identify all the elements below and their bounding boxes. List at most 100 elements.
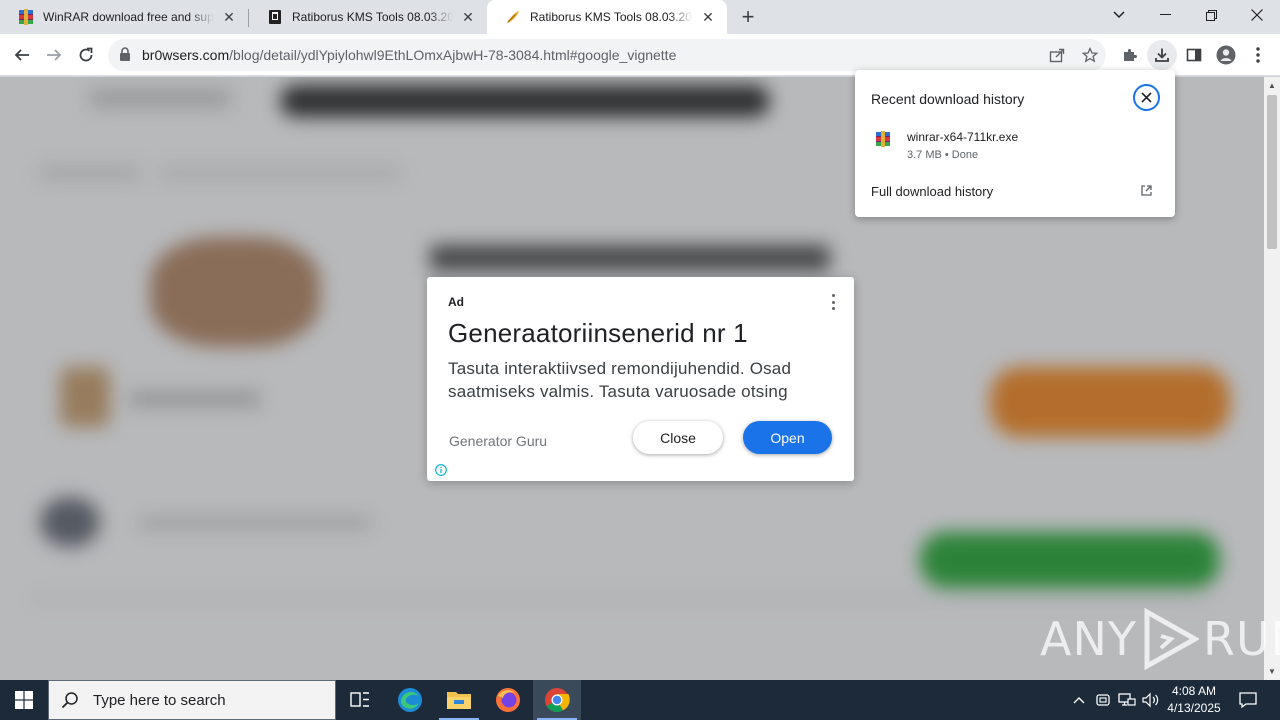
minimize-button[interactable] [1142,0,1188,30]
puzzle-icon [1124,49,1137,61]
edge-icon [398,688,422,712]
share-button[interactable] [1042,40,1072,70]
download-bubble: Recent download history winrar-x64-711kr… [855,70,1175,217]
search-placeholder: Type here to search [93,691,226,709]
tab-title: Ratiborus KMS Tools 08.03.2025 [292,10,453,24]
network-button[interactable] [1116,680,1138,720]
ad-advertiser[interactable]: Generator Guru [449,433,547,449]
show-hidden-icons-button[interactable] [1068,680,1090,720]
downloads-button[interactable] [1147,40,1177,70]
ad-description[interactable]: Tasuta interaktiivsed remondijuhendid. O… [448,357,840,403]
taskbar-edge[interactable] [386,680,434,720]
lock-icon[interactable] [119,47,131,62]
kms-feather-icon [507,11,519,23]
url-text[interactable]: br0wsers.com/blog/detail/ydlYpiylohwl9Et… [142,47,676,63]
download-icon [1155,48,1169,62]
tab-winrar[interactable]: WinRAR download free and support ✕ [0,0,248,34]
avatar-icon [1216,45,1236,65]
minimize-icon [1159,14,1171,15]
reload-button[interactable] [71,40,101,70]
ad-options-icon[interactable] [826,293,840,311]
menu-button[interactable] [1243,40,1273,70]
taskbar: Type here to search 4:08 AM 4/13/2025 [0,680,1280,720]
close-icon [1251,9,1263,21]
task-view-button[interactable] [336,680,384,720]
ad-close-button[interactable]: Close [633,421,723,454]
firefox-icon [496,688,520,712]
download-bubble-close-button[interactable] [1133,84,1160,111]
tab-strip: WinRAR download free and support ✕ Ratib… [0,0,1280,34]
tab-search-button[interactable] [1096,0,1142,30]
scrollbar-thumb[interactable] [1267,95,1277,249]
page-scrollbar[interactable]: ▲ ▼ [1264,77,1280,680]
scroll-up-icon[interactable]: ▲ [1268,81,1276,90]
arrow-right-icon [47,49,62,61]
tab-close-icon[interactable]: ✕ [459,8,477,26]
ad-label: Ad [448,295,464,309]
watermark-right: RUN [1202,612,1280,666]
ad-info-icon[interactable] [435,464,447,476]
clock-date: 4/13/2025 [1167,701,1221,715]
notifications-button[interactable] [1230,680,1266,720]
speaker-icon [1142,692,1159,708]
restore-icon [1205,9,1217,21]
arrow-left-icon [14,49,29,61]
file-explorer-icon [447,692,471,709]
side-panel-icon [1186,48,1202,62]
taskbar-file-explorer[interactable] [435,680,483,720]
ad-open-button[interactable]: Open [743,421,832,454]
close-icon [1141,92,1152,103]
kebab-menu-icon [1256,47,1260,63]
tab-kms-tools-active[interactable]: Ratiborus KMS Tools 08.03.2025 ✕ [487,0,727,34]
share-icon [1049,48,1065,63]
volume-button[interactable] [1140,680,1162,720]
tab-close-icon[interactable]: ✕ [220,8,238,26]
task-view-icon [350,692,369,707]
close-window-button[interactable] [1234,0,1280,30]
search-icon [61,692,78,709]
tab-kms-tools[interactable]: Ratiborus KMS Tools 08.03.2025 ✕ [249,0,487,34]
taskbar-clock[interactable]: 4:08 AM 4/13/2025 [1164,683,1224,717]
ad-vignette[interactable]: Ad Generaatoriinsenerid nr 1 Tasuta inte… [427,277,854,481]
extensions-button[interactable] [1115,40,1145,70]
url-path: /blog/detail/ydlYpiylohwl9EthLOmxAjbwH-7… [229,47,677,63]
network-icon [1118,693,1136,706]
new-tab-button[interactable]: + [736,4,760,29]
taskbar-firefox[interactable] [484,680,532,720]
bookmark-button[interactable] [1075,40,1105,70]
device-icon [1096,694,1110,706]
download-filename[interactable]: winrar-x64-711kr.exe [907,130,1018,144]
kms-icon [269,10,281,24]
profile-button[interactable] [1211,40,1241,70]
start-button[interactable] [0,680,48,720]
tab-title: WinRAR download free and support [43,10,214,24]
url-host: br0wsers.com [142,47,230,63]
notification-icon [1239,692,1257,708]
anyrun-watermark: ANY RUN [1040,606,1280,672]
tab-close-icon[interactable]: ✕ [699,8,717,26]
tab-title: Ratiborus KMS Tools 08.03.2025 [530,10,693,24]
reload-icon [79,47,93,62]
side-panel-button[interactable] [1179,40,1209,70]
taskbar-chrome[interactable] [533,680,581,720]
play-logo-icon [1144,608,1199,670]
back-button[interactable] [7,40,37,70]
forward-button[interactable] [39,40,69,70]
clock-time: 4:08 AM [1171,684,1217,698]
restore-button[interactable] [1188,0,1234,30]
address-bar[interactable]: br0wsers.com/blog/detail/ydlYpiylohwl9Et… [108,39,1106,71]
download-status: 3.7 MB • Done [907,149,979,161]
chrome-icon [545,688,570,713]
full-download-history-link[interactable]: Full download history [871,184,993,199]
chevron-up-icon [1073,697,1085,704]
tray-device-button[interactable] [1092,680,1114,720]
winrar-icon [19,9,33,25]
watermark-left: ANY [1040,612,1137,666]
ad-headline[interactable]: Generaatoriinsenerid nr 1 [448,318,748,349]
chevron-down-icon [1113,11,1125,19]
open-external-icon[interactable] [1140,184,1153,197]
winrar-icon [876,131,890,147]
windows-icon [15,691,33,709]
taskbar-search[interactable]: Type here to search [48,680,336,720]
star-icon [1082,47,1098,63]
